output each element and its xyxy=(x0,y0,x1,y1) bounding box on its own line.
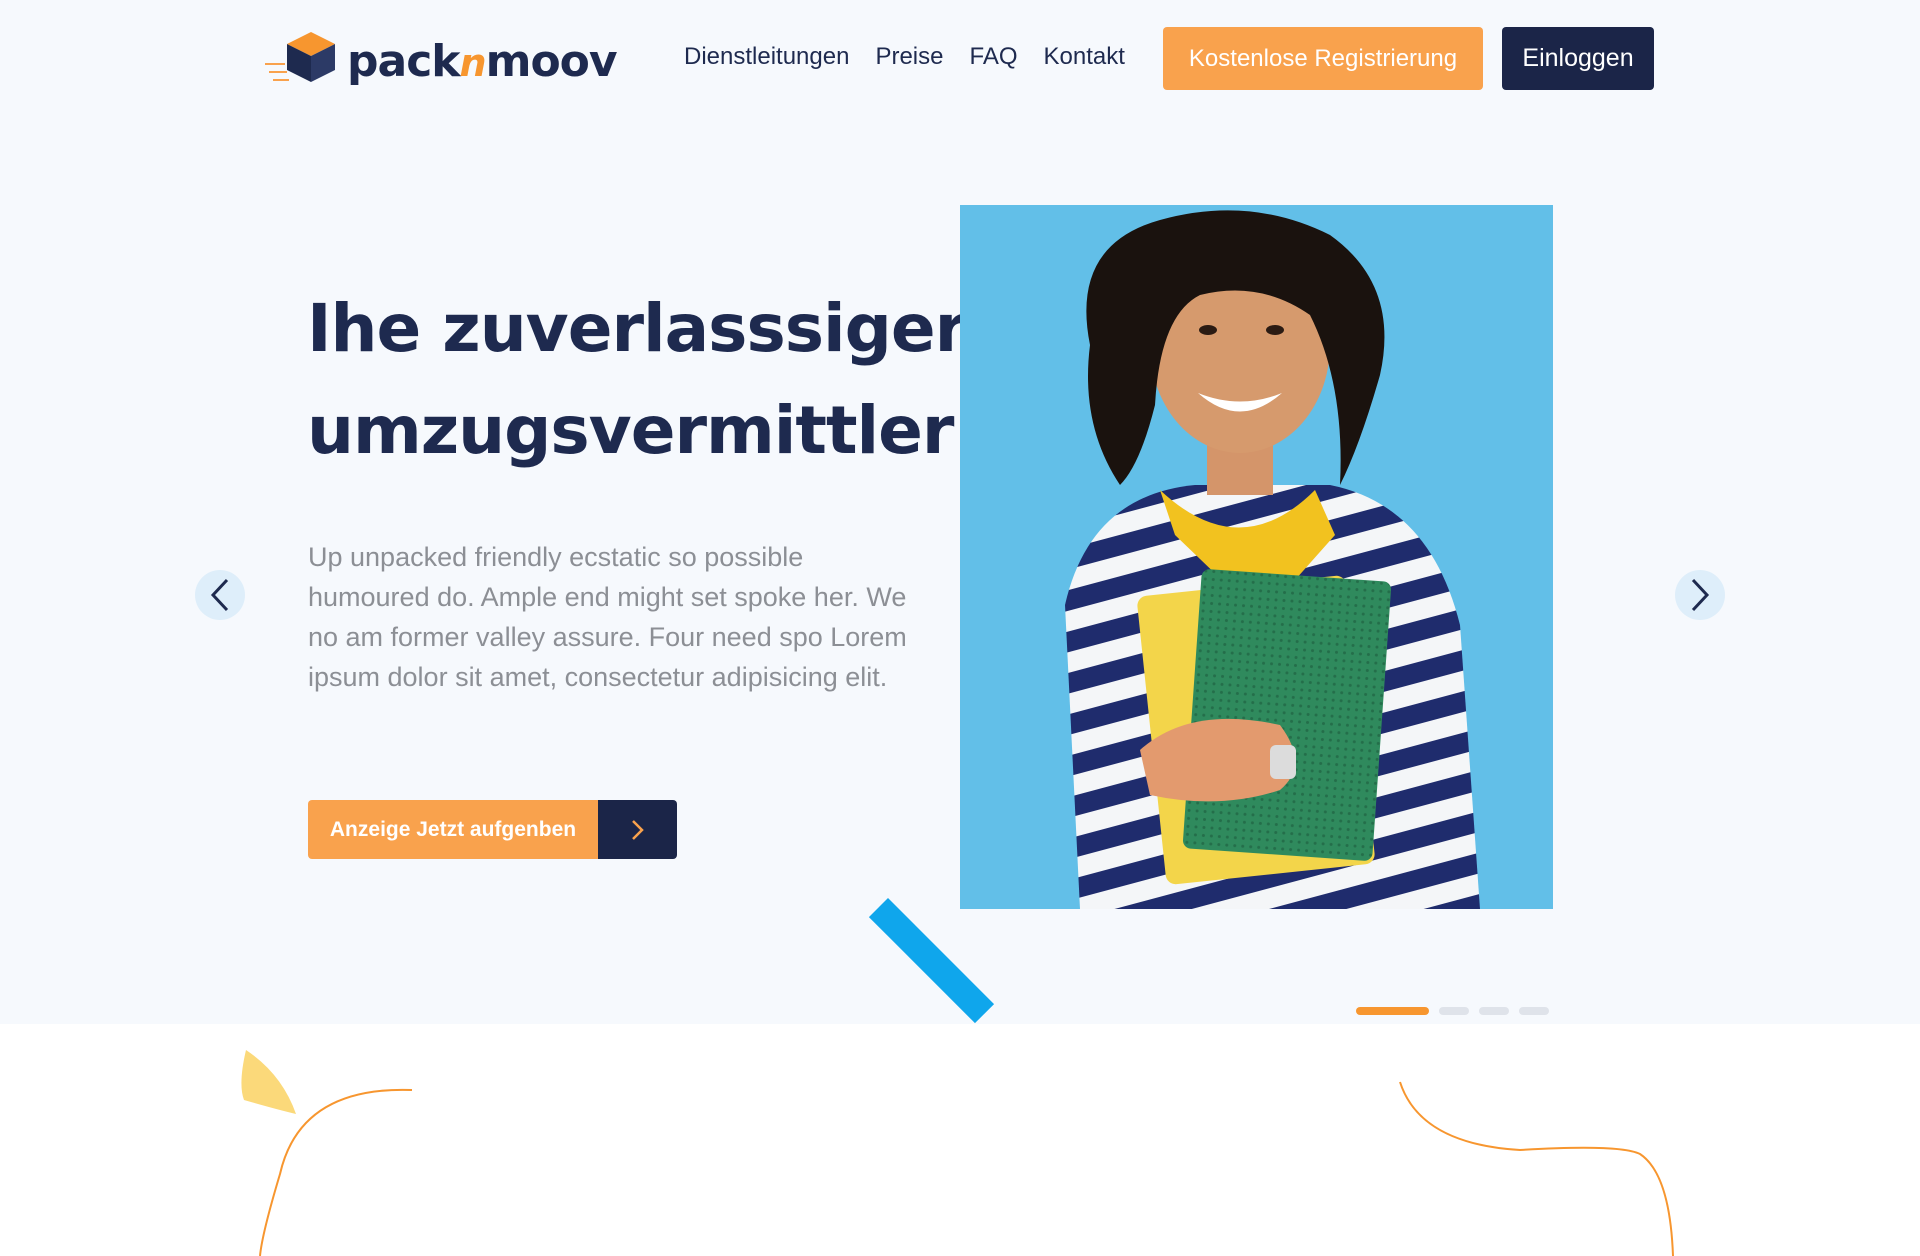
logo-text: packnmoov xyxy=(347,36,618,87)
hero-title-line-1: Ihe zuverlasssiger xyxy=(307,290,967,367)
hero-title-line-2: umzugsvermittler xyxy=(307,392,954,469)
post-ad-button-label: Anzeige Jetzt aufgenben xyxy=(308,800,598,859)
chevron-right-icon xyxy=(598,800,677,859)
packnmoov-logo[interactable]: packnmoov xyxy=(265,24,618,94)
hero-title: Ihe zuverlasssiger umzugsvermittler xyxy=(307,278,967,482)
nav-item-dienstleitungen[interactable]: Dienstleitungen xyxy=(684,43,849,71)
register-button[interactable]: Kostenlose Registrierung xyxy=(1163,27,1483,90)
slider-prev-button[interactable] xyxy=(195,570,245,620)
nav-item-preise[interactable]: Preise xyxy=(875,43,943,71)
login-button[interactable]: Einloggen xyxy=(1502,27,1654,90)
slider-dot-3[interactable] xyxy=(1479,1007,1509,1015)
slider-dot-2[interactable] xyxy=(1439,1007,1469,1015)
hero-photo xyxy=(960,205,1553,909)
slider-dot-4[interactable] xyxy=(1519,1007,1549,1015)
box-icon xyxy=(265,32,335,82)
slider-pagination xyxy=(1356,1007,1549,1015)
main-nav: Dienstleitungen Preise FAQ Kontakt xyxy=(684,43,1125,71)
slider-next-button[interactable] xyxy=(1675,570,1725,620)
slider-dot-1[interactable] xyxy=(1356,1007,1429,1015)
decorative-curves xyxy=(241,1050,1674,1256)
chevron-left-icon xyxy=(210,578,229,612)
hero-description: Up unpacked friendly ecstatic so possibl… xyxy=(308,542,907,692)
nav-item-kontakt[interactable]: Kontakt xyxy=(1044,43,1125,71)
nav-item-faq[interactable]: FAQ xyxy=(969,43,1017,71)
chevron-right-icon xyxy=(1691,578,1710,612)
student-illustration xyxy=(960,205,1553,909)
post-ad-button[interactable]: Anzeige Jetzt aufgenben xyxy=(308,800,677,859)
